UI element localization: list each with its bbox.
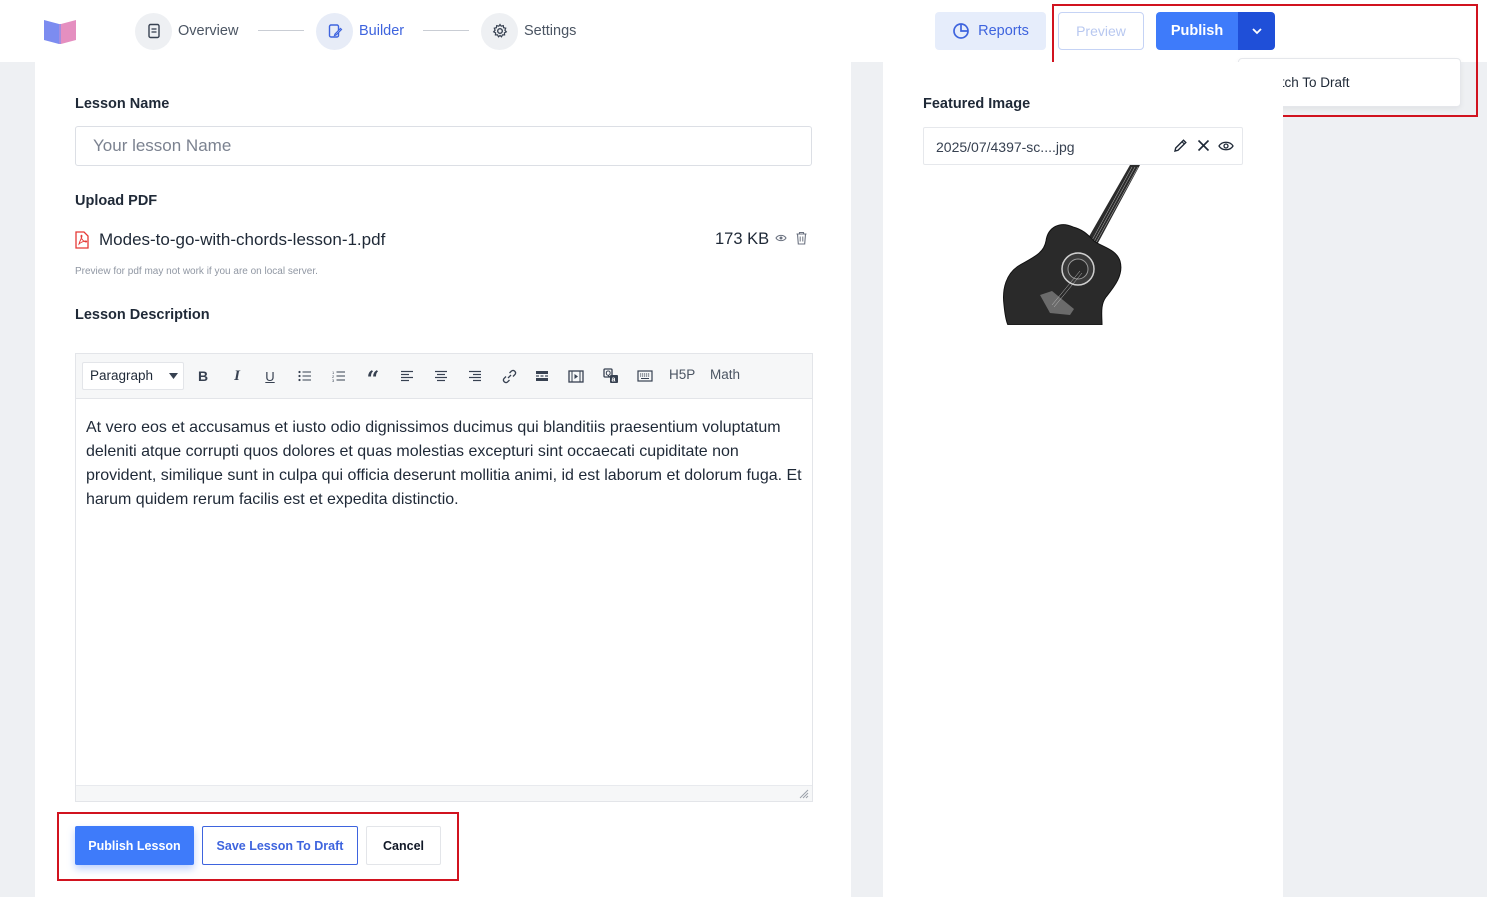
eye-icon[interactable] [775,233,787,243]
editor-status-bar [76,785,812,801]
pdf-file-icon [75,231,89,249]
featured-image-filename: 2025/07/4397-sc....jpg [936,139,1075,155]
guitar-image [1003,165,1140,325]
pie-chart-icon [953,23,969,39]
editor-content[interactable]: At vero eos et accusamus et iusto odio d… [86,416,804,512]
align-left-icon[interactable] [397,366,417,386]
publish-button[interactable]: Publish [1156,12,1238,50]
preview-button[interactable]: Preview [1058,12,1144,50]
block-format-value: Paragraph [90,368,154,383]
math-button[interactable]: Math [710,367,740,382]
chevron-down-icon [1251,28,1262,35]
blockquote-icon[interactable]: “ [363,366,383,391]
h5p-button[interactable]: H5P [669,367,695,382]
svg-text:3: 3 [332,378,335,382]
underline-icon[interactable]: U [260,366,280,386]
save-draft-button[interactable]: Save Lesson To Draft [202,826,358,865]
upload-pdf-label: Upload PDF [75,193,158,209]
step-builder[interactable]: Builder [316,12,404,50]
publish-options-button[interactable] [1238,12,1275,50]
step-settings[interactable]: Settings [481,12,576,50]
pdf-file-name: Modes-to-go-with-chords-lesson-1.pdf [99,230,386,249]
svg-text:a: a [612,377,616,384]
pdf-file-size: 173 KB [715,230,770,248]
step-connector [423,30,469,31]
gear-icon [481,12,518,50]
book-logo-icon[interactable] [42,16,80,46]
bold-icon[interactable]: B [193,366,213,386]
caret-down-icon [169,373,178,379]
book-icon [135,12,172,50]
edit-icon [316,12,353,50]
step-overview-label: Overview [178,23,239,39]
trash-icon[interactable] [795,231,808,245]
read-more-icon[interactable] [532,366,552,386]
publish-lesson-button[interactable]: Publish Lesson [75,826,194,865]
block-format-select[interactable]: Paragraph [82,362,184,390]
pencil-icon[interactable] [1173,138,1188,153]
media-icon[interactable] [566,366,586,386]
align-right-icon[interactable] [465,366,485,386]
cancel-button[interactable]: Cancel [366,826,441,865]
featured-image-field: 2025/07/4397-sc....jpg [923,127,1243,165]
top-bar: Overview Builder Settings Reports Previe… [0,0,1487,62]
shortcode-icon[interactable]: Qa [601,366,621,386]
step-builder-label: Builder [359,23,405,39]
lesson-name-label: Lesson Name [75,96,170,112]
eye-icon[interactable] [1218,140,1234,152]
resize-handle-icon[interactable] [799,789,809,799]
featured-image-label: Featured Image [923,96,1031,112]
reports-label: Reports [978,23,1029,39]
step-overview[interactable]: Overview [135,12,238,50]
keyboard-icon[interactable] [635,366,655,386]
lesson-description-label: Lesson Description [75,307,210,323]
align-center-icon[interactable] [431,366,451,386]
pdf-file-row: Modes-to-go-with-chords-lesson-1.pdf 173… [75,228,812,252]
rich-text-editor: Paragraph B I U 123 “ Qa H5P Math At ver… [75,353,813,802]
step-connector [258,30,304,31]
editor-toolbar: Paragraph B I U 123 “ Qa H5P Math [76,354,812,399]
lesson-name-input[interactable] [75,126,812,166]
pdf-preview-note: Preview for pdf may not work if you are … [75,266,318,277]
reports-button[interactable]: Reports [935,12,1046,50]
numbered-list-icon[interactable]: 123 [329,366,349,386]
step-settings-label: Settings [524,23,577,39]
link-icon[interactable] [499,366,519,386]
close-icon[interactable] [1197,139,1210,152]
bullet-list-icon[interactable] [295,366,315,386]
italic-icon[interactable]: I [227,366,247,386]
